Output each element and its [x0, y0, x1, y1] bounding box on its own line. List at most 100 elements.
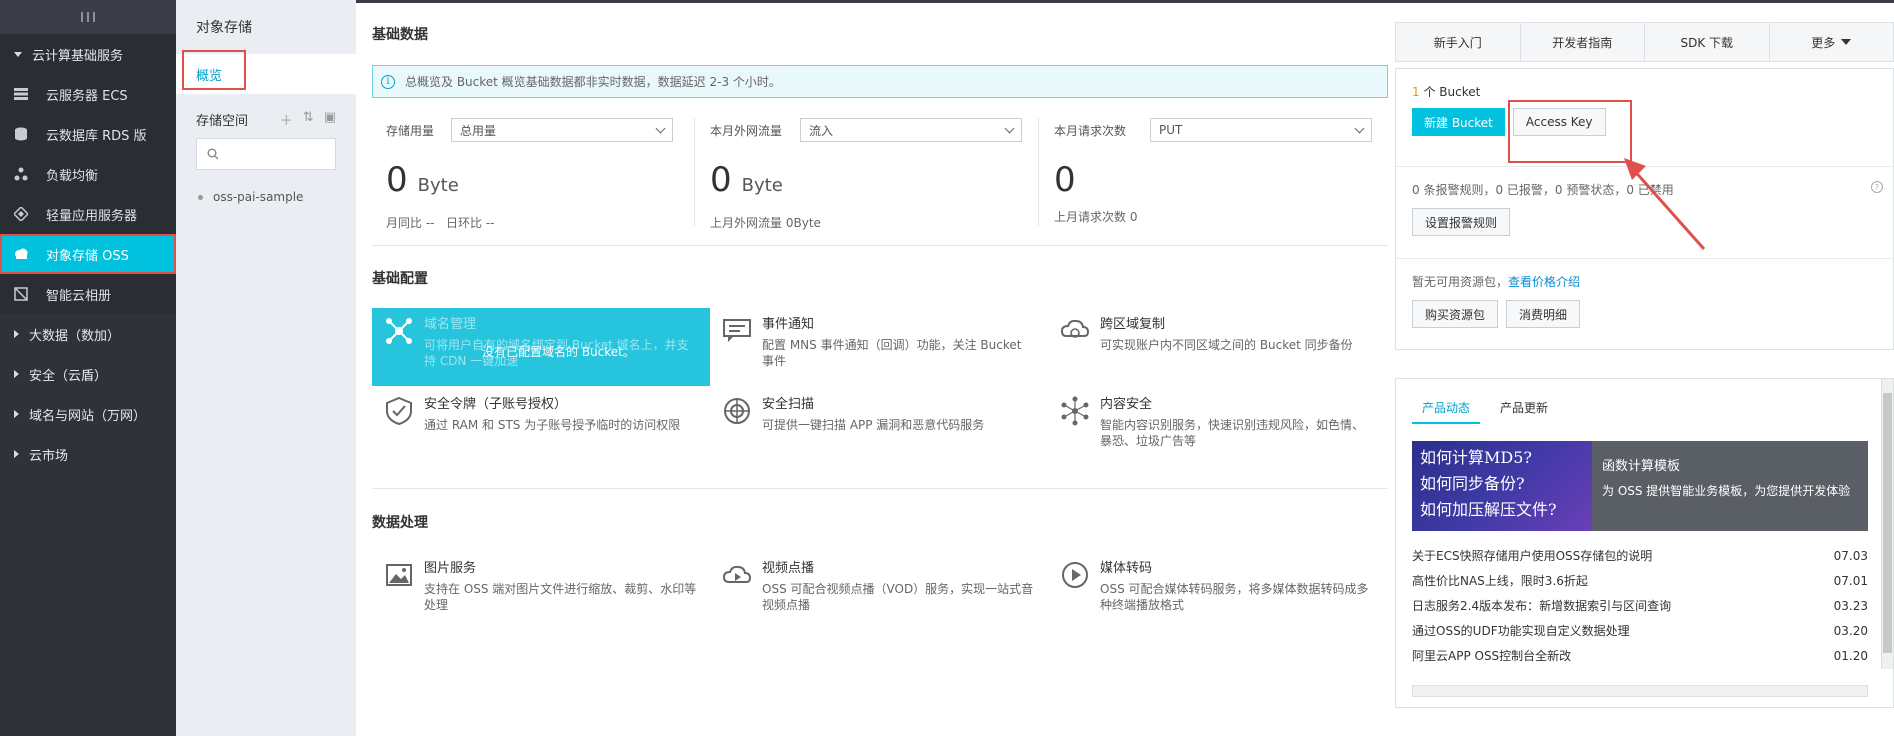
divider: [694, 118, 695, 226]
add-icon[interactable]: ＋: [280, 110, 293, 129]
consume-detail-button[interactable]: 消费明细: [1506, 300, 1581, 328]
nav-item-label: 云服务器 ECS: [46, 88, 128, 104]
nav-item-swas[interactable]: 轻量应用服务器: [0, 194, 176, 234]
stat-label: 存储用量: [386, 123, 435, 138]
requests-select[interactable]: PUT: [1150, 118, 1372, 142]
news-item[interactable]: 日志服务2.4版本发布：新增数据索引与区间查询 03.23: [1412, 593, 1868, 618]
feature-desc: 可提供一键扫描 APP 漏洞和恶意代码服务: [762, 418, 985, 432]
load-balancer-icon: [14, 167, 28, 181]
side-item-overview[interactable]: 概览: [176, 50, 356, 94]
stat-traffic: 本月外网流量 流入 0 Byte 上月外网流量 0Byte: [710, 118, 1032, 230]
buy-package-button[interactable]: 购买资源包: [1412, 300, 1499, 328]
nav-item-slb[interactable]: 负载均衡: [0, 154, 176, 194]
nav-item-oss[interactable]: 对象存储 OSS: [0, 234, 176, 274]
refresh-icon[interactable]: ▣: [324, 110, 336, 129]
main-content: 基础数据 i 总概览及 Bucket 概览基础数据都非实时数据，数据延迟 2-3…: [356, 0, 1388, 736]
network-icon: [386, 318, 412, 344]
tab-more[interactable]: 更多: [1770, 23, 1894, 61]
process-title: 数据处理: [372, 515, 428, 531]
nav-group-label: 安全（云盾）: [29, 368, 108, 384]
stat-value: 0 Byte: [386, 160, 459, 200]
nav-item-label: 轻量应用服务器: [46, 208, 138, 224]
feature-event[interactable]: 事件通知 配置 MNS 事件通知（回调）功能，关注 Bucket 事件: [710, 308, 1048, 386]
resource-text: 暂无可用资源包，查看价格介绍: [1412, 275, 1581, 289]
nav-group-label: 云计算基础服务: [32, 48, 124, 64]
horizontal-scrollbar[interactable]: [1412, 685, 1868, 697]
feature-title: 安全扫描: [762, 397, 815, 412]
nav-group-bigdata[interactable]: 大数据（数加）: [0, 314, 176, 354]
hub-icon: [1061, 396, 1089, 426]
nav-item-ecs[interactable]: 云服务器 ECS: [0, 74, 176, 114]
bucket-name: oss-pai-sample: [213, 190, 304, 204]
nav-item-label: 负载均衡: [46, 168, 99, 184]
feature-desc: OSS 可配合媒体转码服务，将多媒体数据转码成多种终端播放格式: [1100, 582, 1369, 612]
feature-title: 内容安全: [1100, 397, 1153, 412]
scroll-thumb[interactable]: [1883, 393, 1892, 653]
feature-scan[interactable]: 安全扫描 可提供一键扫描 APP 漏洞和恶意代码服务: [710, 388, 1048, 466]
feature-domain[interactable]: 域名管理 可将用户自有的域名绑定到 Bucket 域名上，并支持 CDN 一键加…: [372, 308, 710, 386]
bucket-search-input[interactable]: [196, 138, 336, 170]
alarm-rule-button[interactable]: 设置报警规则: [1412, 208, 1511, 236]
nav-group-security[interactable]: 安全（云盾）: [0, 354, 176, 394]
news-item[interactable]: 阿里云APP OSS控制台全新改 01.20: [1412, 643, 1868, 668]
nav-group-cloud[interactable]: 云计算基础服务: [0, 34, 176, 74]
news-panel: 产品动态 产品更新 如何计算MD5? 如何同步备份? 如何加压解压文件? 函数计…: [1395, 378, 1894, 708]
chevron-down-icon: [1354, 123, 1365, 133]
lightweight-server-icon: [14, 207, 28, 221]
nav-item-label: 智能云相册: [46, 288, 112, 304]
oss-cloud-icon: [14, 247, 28, 261]
nav-collapse-toggle[interactable]: [0, 0, 176, 34]
image-icon: [386, 564, 412, 586]
news-item[interactable]: 高性价比NAS上线，限时3.6折起 07.01: [1412, 568, 1868, 593]
search-icon: [207, 148, 219, 160]
feature-transcode[interactable]: 媒体转码 OSS 可配合媒体转码服务，将多媒体数据转码成多种终端播放格式: [1048, 552, 1386, 630]
news-item[interactable]: 通过OSS的UDF功能实现自定义数据处理 03.20: [1412, 618, 1868, 643]
video-cloud-icon: [722, 565, 752, 583]
tab-sdk[interactable]: SDK 下载: [1645, 23, 1770, 61]
tab-getting-started[interactable]: 新手入门: [1396, 23, 1521, 61]
nav-item-album[interactable]: 智能云相册: [0, 274, 176, 314]
banner-title: 函数计算模板: [1602, 459, 1681, 474]
nav-group-market[interactable]: 云市场: [0, 434, 176, 474]
price-link[interactable]: 查看价格介绍: [1508, 275, 1580, 289]
news-tabs: 产品动态 产品更新: [1396, 393, 1893, 424]
feature-title: 视频点播: [762, 561, 815, 576]
feature-sts[interactable]: 安全令牌（子账号授权） 通过 RAM 和 STS 为子账号授予临时的访问权限: [372, 388, 710, 466]
storage-select[interactable]: 总用量: [451, 118, 673, 142]
tab-product-updates[interactable]: 产品更新: [1490, 393, 1558, 424]
basic-data-title: 基础数据: [372, 27, 428, 43]
news-item[interactable]: 关于ECS快照存储用户使用OSS存储包的说明 07.03: [1412, 543, 1868, 568]
nav-item-label: 对象存储 OSS: [46, 248, 129, 264]
server-icon: [14, 87, 28, 101]
feature-vod[interactable]: 视频点播 OSS 可配合视频点播（VOD）服务，实现一站式音视频点播: [710, 552, 1048, 630]
select-value: 总用量: [460, 123, 497, 138]
select-value: PUT: [1159, 123, 1183, 137]
database-icon: [14, 127, 28, 141]
feature-content-security[interactable]: 内容安全 智能内容识别服务，快速识别违规风险，如色情、暴恐、垃圾广告等: [1048, 388, 1386, 466]
caret-right-icon: [14, 410, 19, 418]
promo-banner[interactable]: 如何计算MD5? 如何同步备份? 如何加压解压文件? 函数计算模板 为 OSS …: [1412, 441, 1868, 531]
news-list: 关于ECS快照存储用户使用OSS存储包的说明 07.03 高性价比NAS上线，限时…: [1412, 543, 1868, 668]
feature-image[interactable]: 图片服务 支持在 OSS 端对图片文件进行缩放、裁剪、水印等处理: [372, 552, 710, 630]
banner-text: 函数计算模板 为 OSS 提供智能业务模板，为您提供开发体验: [1592, 441, 1868, 531]
info-notice: i 总概览及 Bucket 概览基础数据都非实时数据，数据延迟 2-3 个小时。: [372, 65, 1388, 98]
nav-group-domain[interactable]: 域名与网站（万网）: [0, 394, 176, 434]
feature-desc: 可实现账户内不同区域之间的 Bucket 同步备份: [1100, 338, 1353, 352]
nav-group-label: 大数据（数加）: [29, 328, 121, 344]
feature-replication[interactable]: 跨区域复制 可实现账户内不同区域之间的 Bucket 同步备份: [1048, 308, 1386, 386]
help-icon[interactable]: ?: [1871, 181, 1883, 193]
divider: [372, 245, 1388, 246]
nav-item-rds[interactable]: 云数据库 RDS 版: [0, 114, 176, 154]
bucket-list-item[interactable]: oss-pai-sample: [176, 190, 356, 204]
tab-product-news[interactable]: 产品动态: [1412, 393, 1481, 424]
tab-dev-guide[interactable]: 开发者指南: [1521, 23, 1645, 61]
stat-value: 0 Byte: [710, 160, 783, 200]
chevron-down-icon: [1004, 123, 1015, 133]
right-panel: 新手入门 开发者指南 SDK 下载 更多 1 个 Bucket 新建 Bucke…: [1395, 22, 1894, 708]
divider: [372, 488, 1388, 489]
album-icon: [14, 287, 28, 301]
sort-icon[interactable]: ⇅: [303, 110, 314, 129]
new-bucket-button[interactable]: 新建 Bucket: [1412, 108, 1505, 136]
traffic-select[interactable]: 流入: [800, 118, 1022, 142]
vertical-scrollbar[interactable]: [1881, 379, 1893, 669]
